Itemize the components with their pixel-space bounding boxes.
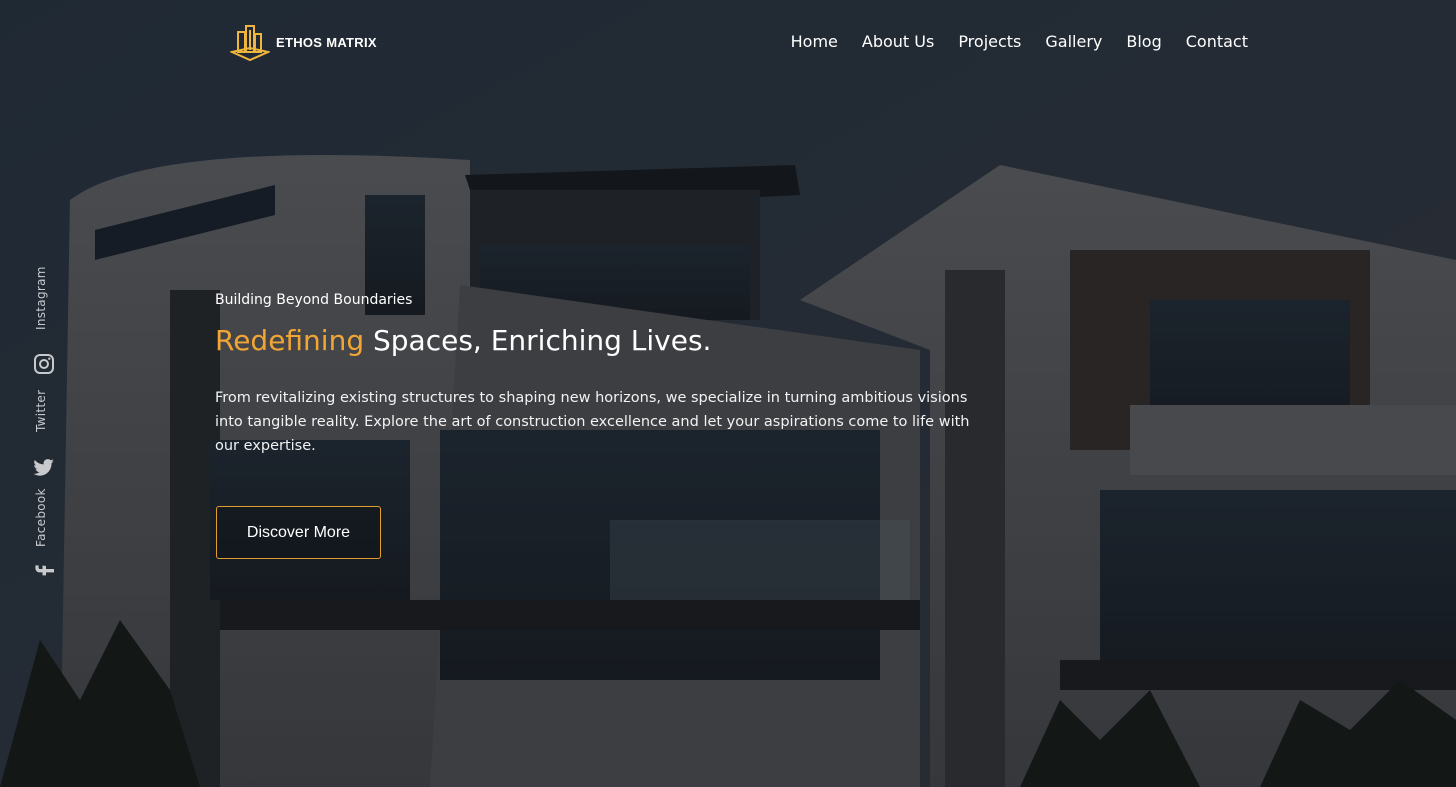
facebook-icon[interactable] <box>32 558 56 582</box>
nav-gallery[interactable]: Gallery <box>1045 32 1102 51</box>
twitter-link[interactable]: Twitter <box>34 390 48 432</box>
hero-headline-accent: Redefining <box>215 324 365 357</box>
twitter-icon[interactable] <box>32 456 56 480</box>
nav-contact[interactable]: Contact <box>1186 32 1248 51</box>
brand-name: ETHOS MATRIX <box>276 34 377 50</box>
brand-logo[interactable]: ETHOS MATRIX <box>230 22 377 62</box>
instagram-link[interactable]: Instagram <box>34 266 48 330</box>
nav-blog[interactable]: Blog <box>1126 32 1161 51</box>
hero-headline: Redefining Spaces, Enriching Lives. <box>215 324 711 357</box>
hero-headline-rest: Spaces, Enriching Lives. <box>364 324 712 357</box>
social-sidebar: Instagram Twitter Facebook <box>28 262 62 582</box>
building-logo-icon <box>230 25 270 62</box>
hero-eyebrow: Building Beyond Boundaries <box>215 292 413 308</box>
nav-about-us[interactable]: About Us <box>862 32 934 51</box>
nav-projects[interactable]: Projects <box>958 32 1021 51</box>
main-nav: Home About Us Projects Gallery Blog Cont… <box>791 32 1248 51</box>
discover-more-button[interactable]: Discover More <box>216 506 381 559</box>
instagram-icon[interactable] <box>32 352 56 376</box>
nav-home[interactable]: Home <box>791 32 838 51</box>
hero-description: From revitalizing existing structures to… <box>215 390 970 454</box>
facebook-link[interactable]: Facebook <box>34 488 48 547</box>
